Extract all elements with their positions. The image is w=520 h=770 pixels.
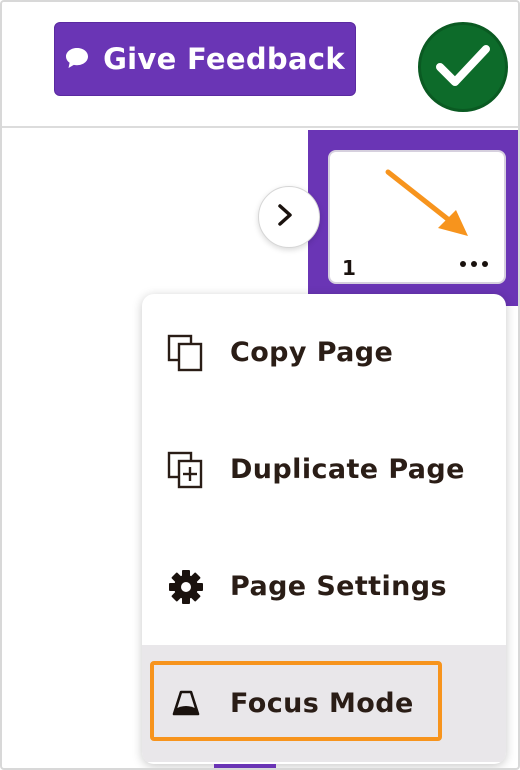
menu-item-page-settings[interactable]: Page Settings [142,528,506,645]
page-thumbnail[interactable]: 1 [328,150,506,284]
expand-panel-button[interactable] [258,186,320,248]
chevron-right-icon [278,203,294,231]
page-context-menu: Copy Page Duplicate Page Page Settings F… [142,294,506,764]
gear-icon [166,567,206,607]
checkmark-icon [435,41,491,93]
menu-item-duplicate-page[interactable]: Duplicate Page [142,411,506,528]
page-number: 1 [342,256,356,280]
copy-icon [166,333,206,373]
menu-item-copy-page[interactable]: Copy Page [142,294,506,411]
bottom-tab [214,764,276,768]
ellipsis-icon[interactable] [454,252,494,276]
focus-lamp-icon [166,684,206,724]
app-frame: Give Feedback 1 Copy Page Duplicate Page… [0,0,520,770]
top-bar: Give Feedback [2,2,518,128]
menu-item-label: Copy Page [230,337,394,368]
duplicate-icon [166,450,206,490]
give-feedback-label: Give Feedback [103,42,345,76]
give-feedback-button[interactable]: Give Feedback [54,22,356,96]
menu-item-label: Page Settings [230,571,447,602]
menu-item-label: Focus Mode [230,688,414,719]
speech-bubble-icon [65,42,89,76]
menu-item-label: Duplicate Page [230,454,465,485]
confirm-button[interactable] [418,22,508,112]
menu-item-focus-mode[interactable]: Focus Mode [142,645,506,762]
